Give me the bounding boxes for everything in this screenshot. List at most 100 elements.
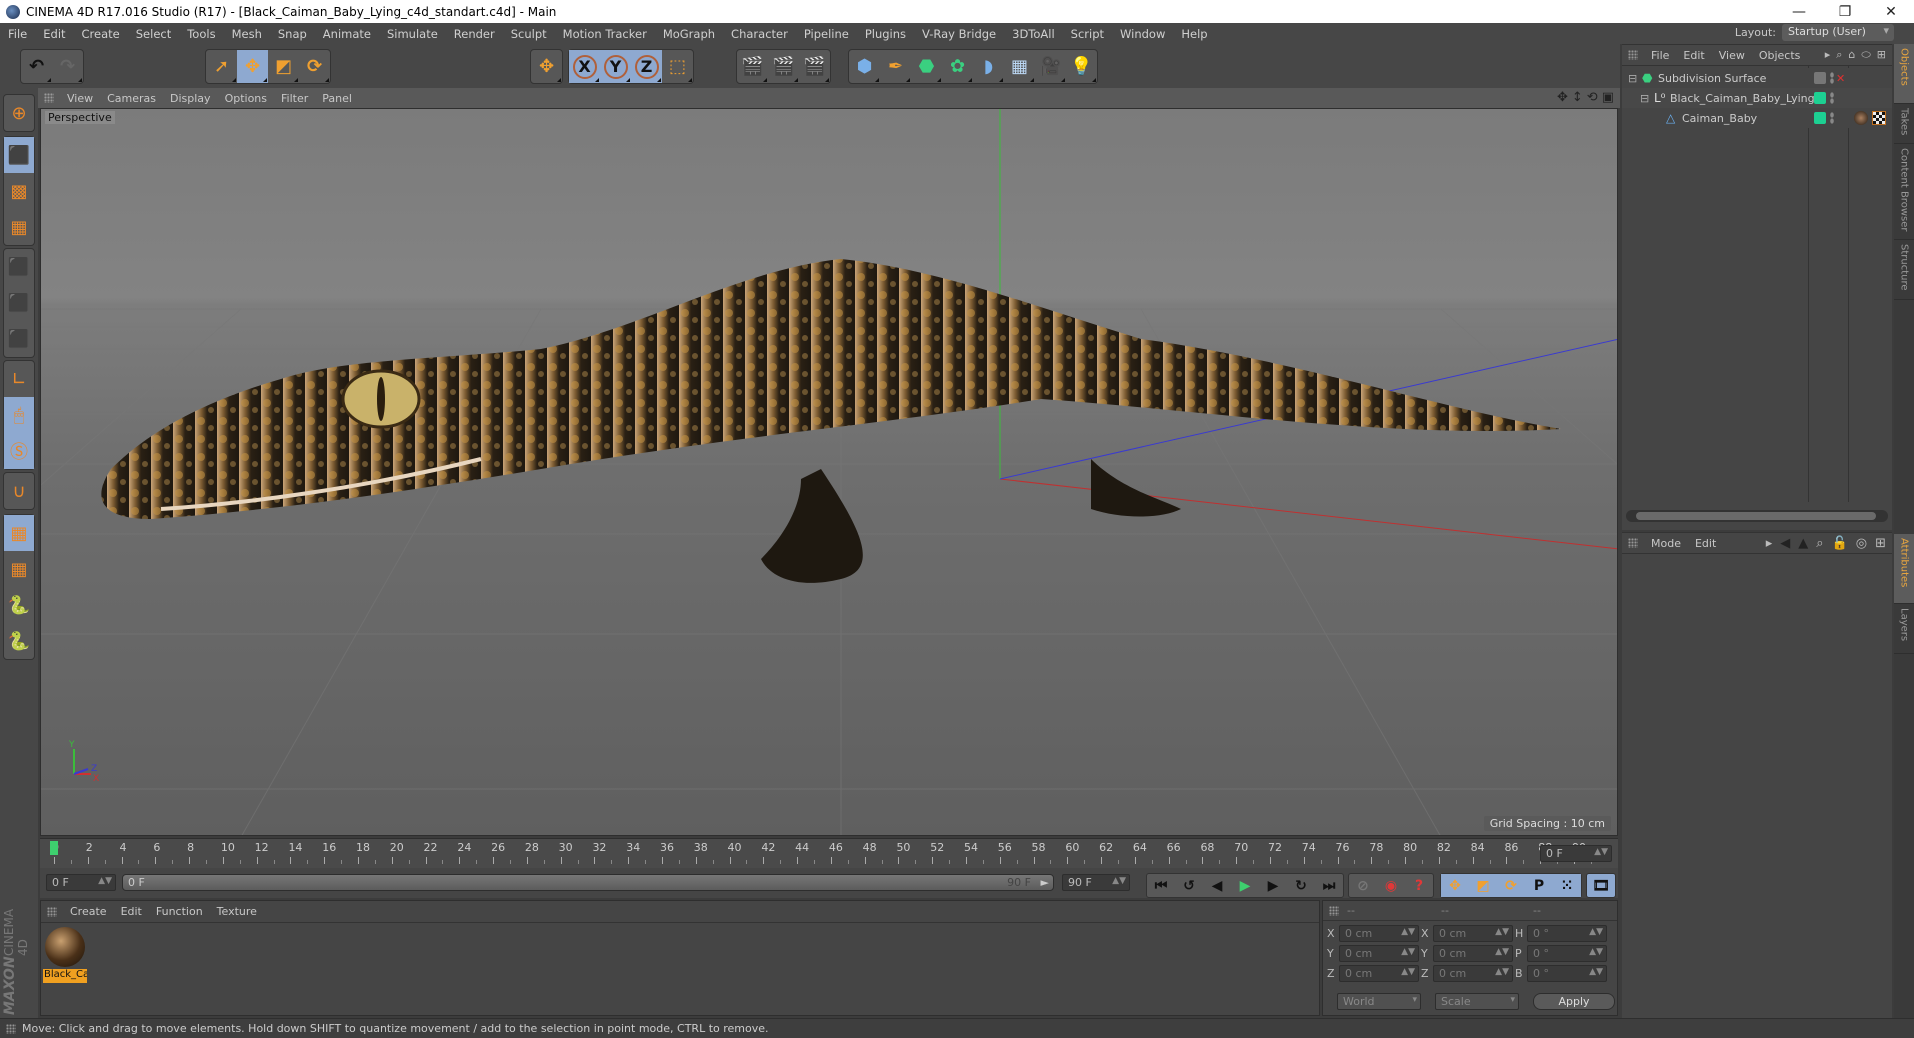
live-selection-button[interactable]: ➚ bbox=[206, 50, 237, 83]
key-param-button[interactable]: P bbox=[1525, 874, 1553, 897]
material-menu-edit[interactable]: Edit bbox=[114, 905, 149, 918]
pen-spline-button[interactable]: ✒ bbox=[880, 50, 911, 83]
back-icon[interactable]: ◀ bbox=[1780, 536, 1790, 551]
menu-window[interactable]: Window bbox=[1112, 27, 1173, 41]
tweak-mode-button[interactable]: 🖱 bbox=[4, 397, 34, 433]
menu-edit[interactable]: Edit bbox=[35, 27, 73, 41]
size-x-field[interactable]: 0 cm ▲▼ bbox=[1433, 925, 1513, 942]
autokeying-button[interactable]: ? bbox=[1405, 874, 1433, 897]
material-tag-icon[interactable] bbox=[1854, 111, 1868, 125]
menu-simulate[interactable]: Simulate bbox=[379, 27, 446, 41]
menu-3dtoall[interactable]: 3DToAll bbox=[1004, 27, 1063, 41]
key-pla-button[interactable]: ⁙ bbox=[1553, 874, 1581, 897]
menu-script[interactable]: Script bbox=[1063, 27, 1112, 41]
menu-character[interactable]: Character bbox=[723, 27, 796, 41]
home-icon[interactable]: ⌂ bbox=[1848, 48, 1855, 62]
visibility-dots[interactable] bbox=[1830, 92, 1834, 104]
coordinate-system-button[interactable]: ⬚ bbox=[662, 50, 693, 83]
menu-mograph[interactable]: MoGraph bbox=[655, 27, 723, 41]
attribute-menu-edit[interactable]: Edit bbox=[1688, 537, 1723, 550]
axis-mode-button[interactable]: ∟ bbox=[4, 361, 34, 397]
points-mode-button[interactable]: ⬛ bbox=[4, 249, 34, 285]
menu-mesh[interactable]: Mesh bbox=[224, 27, 270, 41]
object-row[interactable]: ⊟ L⁰ Black_Caiman_Baby_Lying bbox=[1622, 88, 1892, 108]
planar-workplane-button[interactable]: ▦ bbox=[4, 551, 34, 587]
filter-icon[interactable]: ⬭ bbox=[1861, 48, 1870, 62]
menu-pipeline[interactable]: Pipeline bbox=[796, 27, 857, 41]
search-icon[interactable]: ⌕ bbox=[1816, 536, 1823, 551]
viewport-menu-cameras[interactable]: Cameras bbox=[100, 92, 163, 105]
size-y-field[interactable]: 0 cm ▲▼ bbox=[1433, 945, 1513, 962]
go-to-end-button[interactable]: ⏭ bbox=[1315, 874, 1343, 897]
coordinate-system-select[interactable]: World ▾ bbox=[1337, 993, 1421, 1010]
object-menu-objects[interactable]: Objects bbox=[1752, 49, 1808, 62]
go-to-start-button[interactable]: ⏮ bbox=[1147, 874, 1175, 897]
current-frame-field[interactable]: 0 F ▲▼ bbox=[46, 874, 116, 891]
toggle-view-icon[interactable]: ▣ bbox=[1602, 90, 1614, 105]
record-disabled-button[interactable]: ⊘ bbox=[1349, 874, 1377, 897]
tab-layers[interactable]: Layers bbox=[1894, 604, 1914, 654]
key-rotation-button[interactable]: ⟳ bbox=[1497, 874, 1525, 897]
search-icon[interactable]: ⌕ bbox=[1836, 48, 1842, 62]
tab-attributes[interactable]: Attributes bbox=[1894, 534, 1914, 604]
end-frame-field[interactable]: 90 F ▲▼ bbox=[1062, 874, 1130, 891]
render-view-button[interactable]: 🎬 bbox=[737, 50, 768, 83]
up-icon[interactable]: ▲ bbox=[1798, 536, 1808, 551]
object-row[interactable]: △ Caiman_Baby bbox=[1622, 108, 1892, 128]
polygons-mode-button[interactable]: ⬛ bbox=[4, 321, 34, 357]
lock-icon[interactable]: 🔓 bbox=[1832, 536, 1848, 551]
material-menu-function[interactable]: Function bbox=[149, 905, 210, 918]
menu-v-ray-bridge[interactable]: V-Ray Bridge bbox=[914, 27, 1004, 41]
bend-deformer-button[interactable]: ◗ bbox=[973, 50, 1004, 83]
visibility-dots[interactable] bbox=[1830, 72, 1834, 84]
current-frame-display[interactable]: 0 F ▲▼ bbox=[1540, 845, 1612, 862]
z-axis-button[interactable]: Z bbox=[631, 50, 662, 83]
disabled-x-icon[interactable]: ✕ bbox=[1836, 72, 1845, 85]
key-scale-button[interactable]: ◩ bbox=[1469, 874, 1497, 897]
restore-button[interactable]: ❐ bbox=[1822, 0, 1868, 23]
grip-icon[interactable] bbox=[1628, 538, 1638, 548]
viewport-menu-options[interactable]: Options bbox=[218, 92, 274, 105]
object-menu-view[interactable]: View bbox=[1712, 49, 1752, 62]
grip-icon[interactable] bbox=[44, 93, 54, 103]
previous-frame-button[interactable]: ◀ bbox=[1203, 874, 1231, 897]
timeline-ruler[interactable]: 0246810121416182022242628303234363840424… bbox=[40, 838, 1618, 868]
make-editable-button[interactable]: ⊕ bbox=[4, 95, 34, 131]
position-y-field[interactable]: 0 cm ▲▼ bbox=[1339, 945, 1419, 962]
visibility-dots[interactable] bbox=[1830, 112, 1834, 124]
menu-render[interactable]: Render bbox=[446, 27, 503, 41]
snap-button[interactable]: ∪ bbox=[4, 473, 34, 509]
menu-file[interactable]: File bbox=[0, 27, 35, 41]
workplane-mode-button[interactable]: ▦ bbox=[4, 209, 34, 245]
position-x-field[interactable]: 0 cm ▲▼ bbox=[1339, 925, 1419, 942]
object-row[interactable]: ⊟ ⬣ Subdivision Surface ✕ bbox=[1622, 68, 1892, 88]
undo-button[interactable]: ↶ bbox=[21, 50, 52, 83]
uvw-tag-icon[interactable] bbox=[1872, 111, 1886, 125]
menu-snap[interactable]: Snap bbox=[270, 27, 315, 41]
lock-workplane-button[interactable]: ▦ bbox=[4, 515, 34, 551]
cube-button[interactable]: ⬢ bbox=[849, 50, 880, 83]
object-menu-file[interactable]: File bbox=[1644, 49, 1676, 62]
tab-objects[interactable]: Objects bbox=[1894, 44, 1914, 104]
menu-create[interactable]: Create bbox=[74, 27, 128, 41]
layout-dropdown[interactable]: Startup (User) bbox=[1782, 24, 1894, 41]
expand-toggle-icon[interactable]: ⊟ bbox=[1640, 92, 1649, 105]
scale-button[interactable]: ◩ bbox=[268, 50, 299, 83]
enabled-toggle[interactable] bbox=[1814, 92, 1826, 104]
size-mode-select[interactable]: Scale ▾ bbox=[1435, 993, 1519, 1010]
viewport-perspective[interactable]: Y Z X Perspective Grid Spacing : 10 cm bbox=[40, 108, 1618, 836]
camera-button[interactable]: 🎥 bbox=[1035, 50, 1066, 83]
menu-animate[interactable]: Animate bbox=[315, 27, 379, 41]
menu-motion-tracker[interactable]: Motion Tracker bbox=[555, 27, 655, 41]
subdivision-surface-button[interactable]: ⬣ bbox=[911, 50, 942, 83]
rotate-button[interactable]: ⟳ bbox=[299, 50, 330, 83]
dolly-icon[interactable]: ↕ bbox=[1572, 90, 1583, 105]
object-name[interactable]: Black_Caiman_Baby_Lying bbox=[1670, 92, 1815, 105]
render-settings-button[interactable]: 🎬 bbox=[799, 50, 830, 83]
deformer-toggle-icon[interactable] bbox=[1814, 72, 1826, 84]
grip-icon[interactable] bbox=[47, 906, 57, 917]
viewport-menu-display[interactable]: Display bbox=[163, 92, 218, 105]
scrollbar-thumb[interactable] bbox=[1636, 512, 1876, 520]
grip-icon[interactable] bbox=[1329, 905, 1339, 916]
next-key-button[interactable]: ↻ bbox=[1287, 874, 1315, 897]
